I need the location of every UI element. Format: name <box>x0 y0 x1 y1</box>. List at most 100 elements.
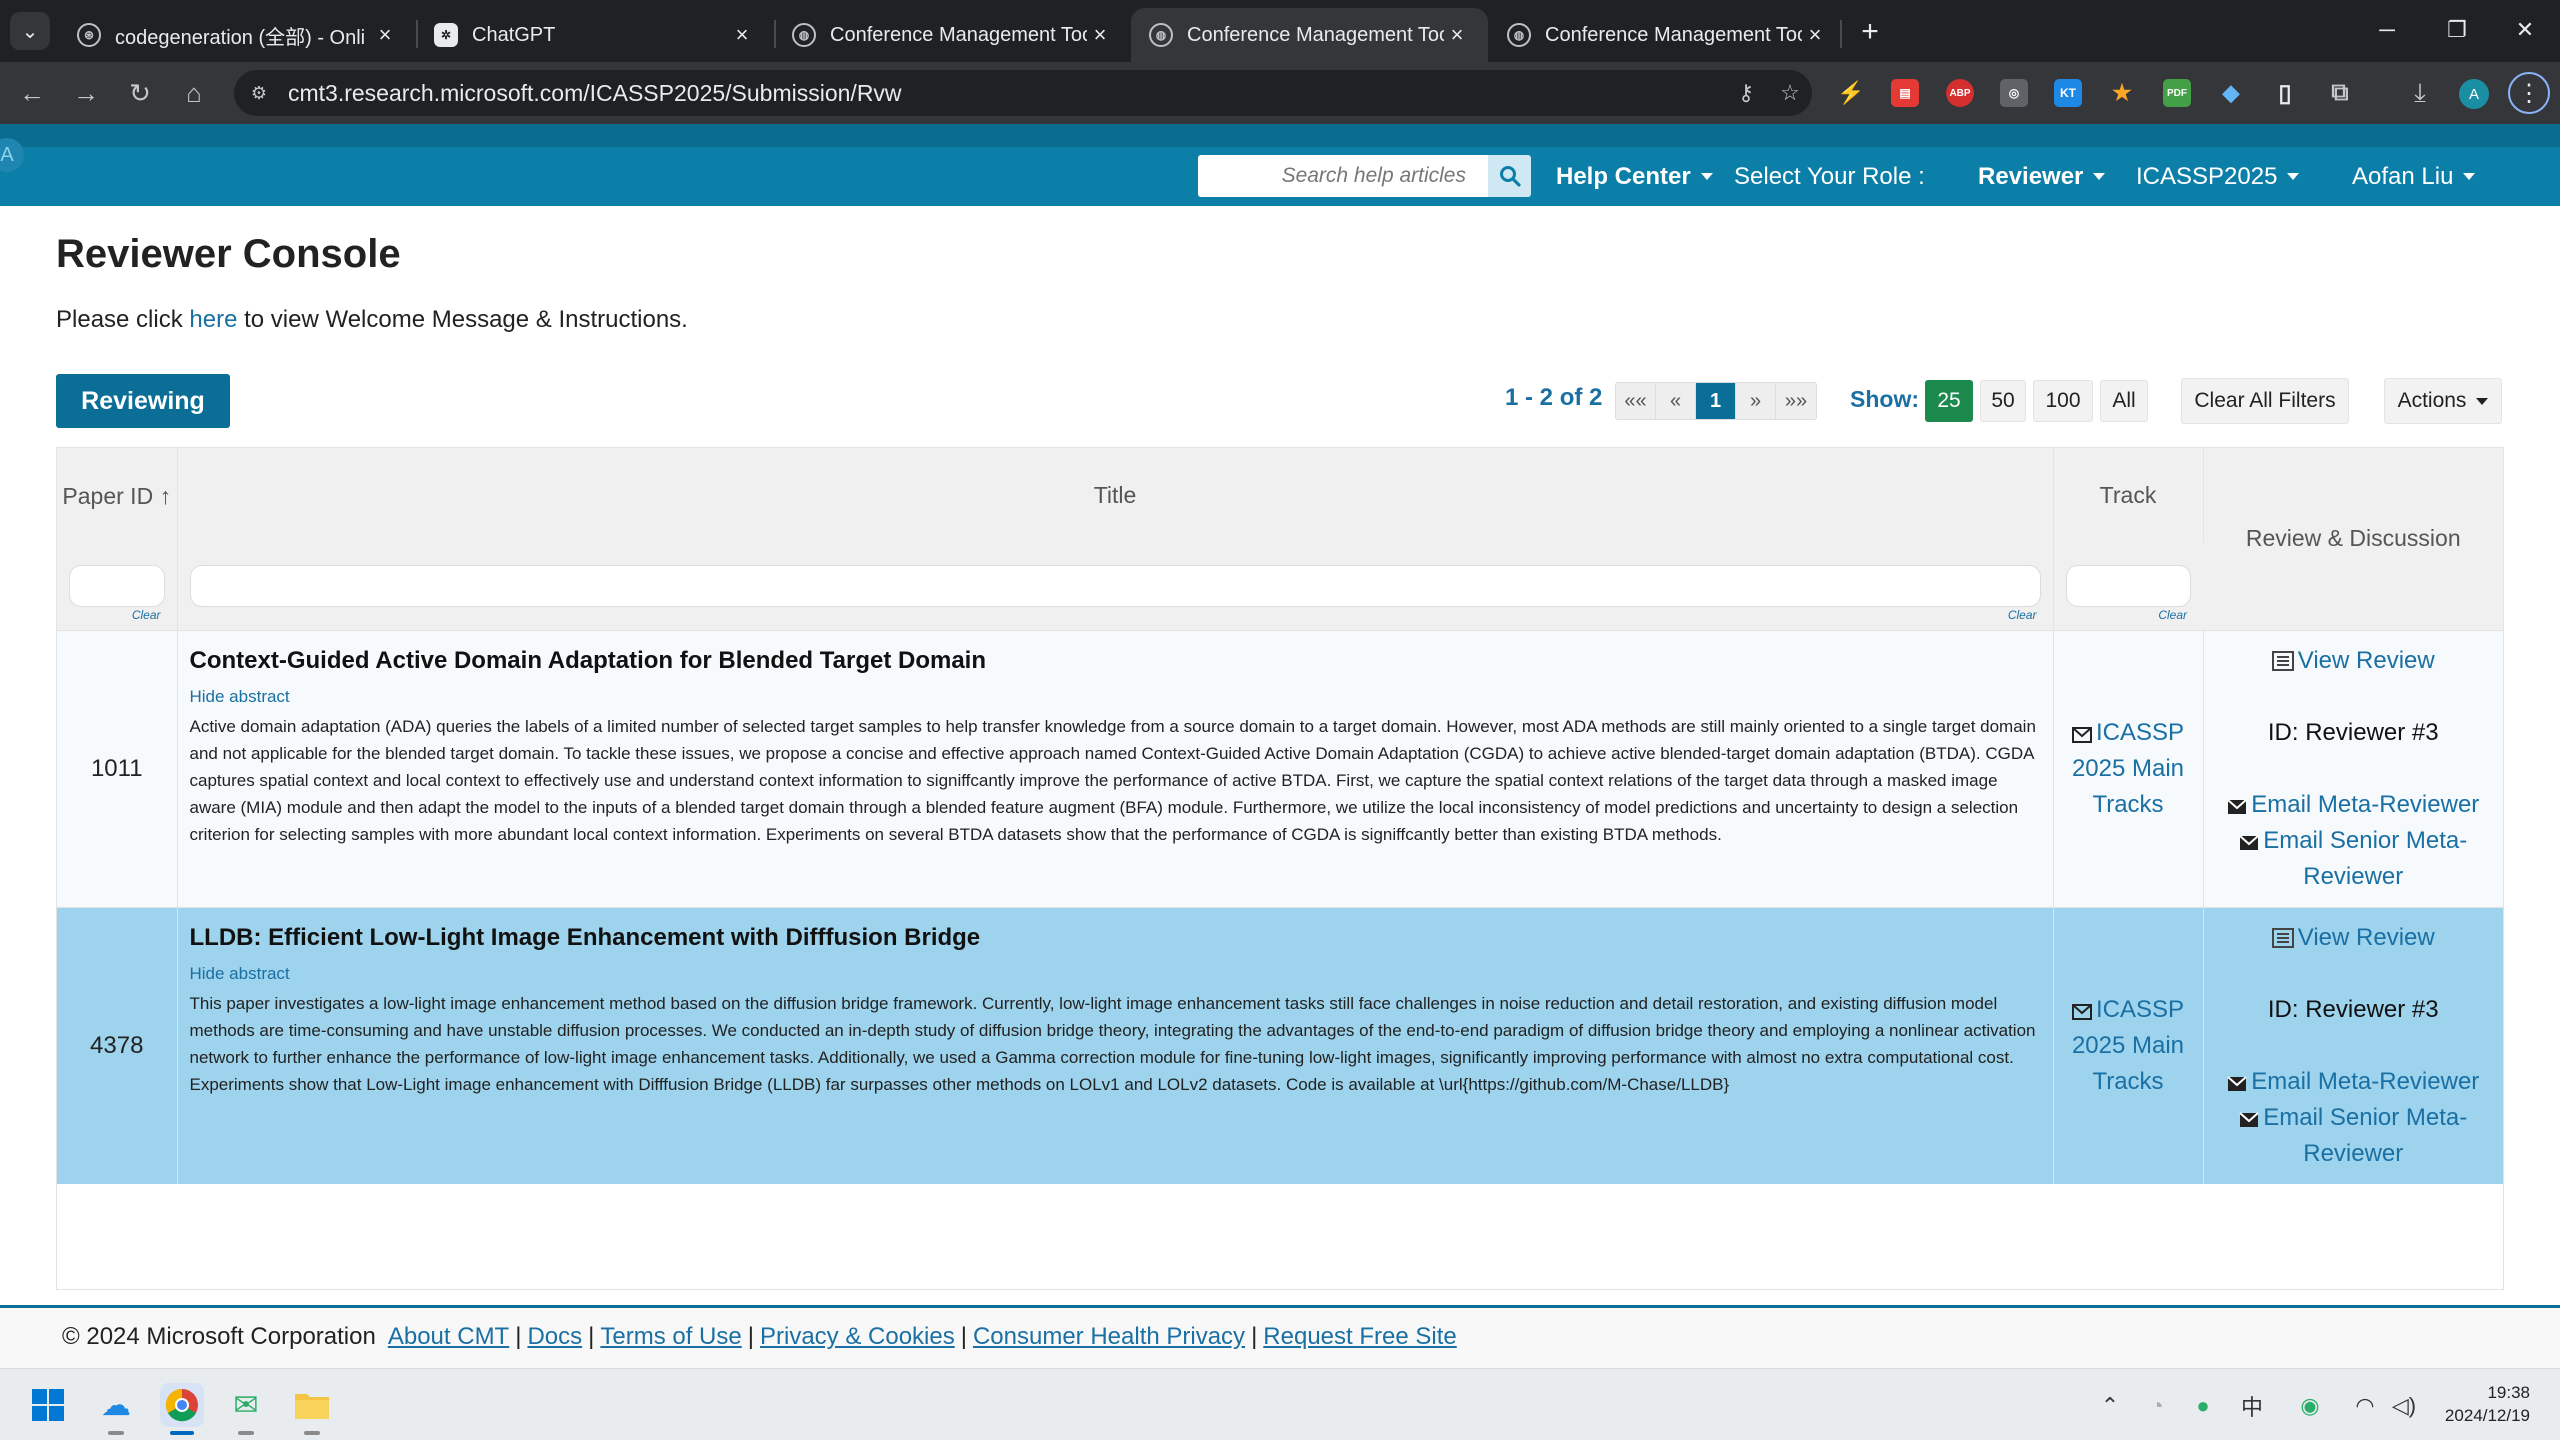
paper-title-cell: Context-Guided Active Domain Adaptation … <box>177 629 2054 907</box>
tray-green-app-icon[interactable]: ◉ <box>2294 1391 2326 1421</box>
glasses-extension-icon[interactable]: ◎ <box>2000 79 2028 107</box>
taskbar-clock[interactable]: 19:38 2024/12/19 <box>2410 1381 2530 1427</box>
role-dropdown[interactable]: Reviewer <box>1978 147 2106 206</box>
tab-close-icon[interactable]: × <box>729 22 755 48</box>
wechat-icon[interactable]: ✉ <box>224 1383 268 1427</box>
tab-close-icon[interactable]: × <box>372 22 398 48</box>
title-filter-clear-link[interactable]: Clear <box>2008 608 2037 622</box>
address-bar[interactable]: ⚙ cmt3.research.microsoft.com/ICASSP2025… <box>234 70 1812 116</box>
tab-close-icon[interactable]: × <box>1087 22 1113 48</box>
email-meta-reviewer-link[interactable]: Email Meta-Reviewer <box>2227 791 2479 818</box>
intro-before: Please click <box>56 306 190 333</box>
globe-icon: ◍ <box>1507 23 1531 47</box>
window-close-icon[interactable]: ✕ <box>2490 8 2560 52</box>
search-icon[interactable] <box>1488 155 1531 197</box>
ime-indicator[interactable]: 中 <box>2236 1391 2268 1421</box>
home-icon[interactable]: ⌂ <box>174 73 214 113</box>
title-filter-input[interactable] <box>189 565 2041 608</box>
pdf-extension-icon[interactable]: PDF <box>2163 79 2191 107</box>
adblock-plus-extension-icon[interactable]: ABP <box>1946 79 1974 107</box>
chrome-taskbar-icon[interactable] <box>160 1383 204 1427</box>
help-center-menu[interactable]: Help Center <box>1556 147 1713 206</box>
column-header-track[interactable]: Track <box>2053 448 2204 543</box>
pikachu-extension-icon[interactable]: ★ <box>2108 79 2136 107</box>
kimi-extension-icon[interactable]: KT <box>2054 79 2082 107</box>
user-menu[interactable]: Aofan Liu <box>2352 147 2476 206</box>
clear-all-filters-button[interactable]: Clear All Filters <box>2181 378 2349 424</box>
tab-close-icon[interactable]: × <box>1444 22 1470 48</box>
paper-id-filter-clear-link[interactable]: Clear <box>132 608 161 622</box>
browser-tab-cmt-1[interactable]: ◍ Conference Management Too × <box>774 8 1131 62</box>
next-page-button[interactable]: » <box>1736 383 1776 419</box>
file-explorer-folder-icon[interactable] <box>290 1383 334 1427</box>
first-page-button[interactable]: «« <box>1616 383 1656 419</box>
paper-id-filter-input[interactable] <box>69 565 165 608</box>
page-size-all-button[interactable]: All <box>2100 380 2148 422</box>
extensions-puzzle-icon[interactable]: ⧉ <box>2326 79 2354 107</box>
password-key-icon[interactable]: ⚷ <box>1724 73 1768 113</box>
profile-avatar[interactable]: A <box>2459 79 2489 109</box>
actions-dropdown-button[interactable]: Actions <box>2384 378 2502 424</box>
footer-link-consumer-health[interactable]: Consumer Health Privacy <box>973 1323 1245 1350</box>
browser-menu-icon[interactable]: ⋮ <box>2508 72 2550 114</box>
bookmark-star-icon[interactable]: ☆ <box>1768 73 1812 113</box>
address-url[interactable]: cmt3.research.microsoft.com/ICASSP2025/S… <box>288 80 1724 107</box>
back-arrow-icon[interactable]: ← <box>12 73 52 113</box>
tray-wechat-icon[interactable]: ● <box>2187 1391 2219 1421</box>
footer-link-about-cmt[interactable]: About CMT <box>388 1323 509 1350</box>
reviewing-button[interactable]: Reviewing <box>56 374 230 428</box>
browser-tab-cmt-active[interactable]: ◍ Conference Management Too × <box>1131 8 1488 62</box>
conference-dropdown[interactable]: ICASSP2025 <box>2136 147 2300 206</box>
track-filter-input[interactable] <box>2065 565 2191 608</box>
onedrive-cloud-icon[interactable]: ☁ <box>94 1383 138 1427</box>
actions-label: Actions <box>2397 389 2467 412</box>
window-restore-icon[interactable]: ❐ <box>2422 8 2492 52</box>
prev-page-button[interactable]: « <box>1656 383 1696 419</box>
hide-abstract-link[interactable]: Hide abstract <box>190 964 2041 984</box>
tab-close-icon[interactable]: × <box>1802 22 1828 48</box>
footer-link-terms[interactable]: Terms of Use <box>600 1323 741 1350</box>
email-senior-label: Email Senior Meta-Reviewer <box>2263 826 2468 890</box>
diamond-extension-icon[interactable]: ◆ <box>2217 79 2245 107</box>
bolt-extension-icon[interactable]: ⚡ <box>1837 79 1865 107</box>
welcome-here-link[interactable]: here <box>189 306 237 333</box>
email-meta-reviewer-link[interactable]: Email Meta-Reviewer <box>2227 1068 2479 1095</box>
forward-arrow-icon[interactable]: → <box>66 73 106 113</box>
browser-tab-codegeneration[interactable]: ⊛ codegeneration (全部) - Onli × <box>59 8 416 62</box>
email-senior-meta-reviewer-link[interactable]: Email Senior Meta-Reviewer <box>2239 827 2467 890</box>
browser-tab-chatgpt[interactable]: ✲ ChatGPT × <box>416 8 773 62</box>
tray-overflow-chevron-icon[interactable]: ⌃ <box>2094 1391 2126 1421</box>
tab-search-chevron-icon[interactable]: ⌄ <box>10 12 50 50</box>
hide-abstract-link[interactable]: Hide abstract <box>190 687 2041 707</box>
email-senior-meta-reviewer-link[interactable]: Email Senior Meta-Reviewer <box>2239 1104 2467 1167</box>
red-note-extension-icon[interactable]: ▤ <box>1891 79 1919 107</box>
footer-link-docs[interactable]: Docs <box>527 1323 582 1350</box>
footer-link-privacy[interactable]: Privacy & Cookies <box>760 1323 955 1350</box>
windows-start-icon[interactable] <box>26 1383 70 1427</box>
download-icon[interactable]: ⤓ <box>2400 73 2440 113</box>
page-size-100-button[interactable]: 100 <box>2033 380 2093 422</box>
footer-link-request-free-site[interactable]: Request Free Site <box>1263 1323 1456 1350</box>
window-minimize-icon[interactable]: ─ <box>2352 8 2422 52</box>
last-page-button[interactable]: »» <box>1776 383 1816 419</box>
page-size-25-button[interactable]: 25 <box>1925 380 1973 422</box>
current-page-button[interactable]: 1 <box>1696 383 1736 419</box>
view-review-link[interactable]: View Review <box>2271 647 2435 674</box>
doc-extension-icon[interactable]: ▯ <box>2271 79 2299 107</box>
track-email-link[interactable]: ICASSP 2025 Main Tracks <box>2072 996 2184 1095</box>
column-header-title[interactable]: Title <box>177 448 2054 543</box>
site-info-icon[interactable]: ⚙ <box>242 76 276 110</box>
page-size-50-button[interactable]: 50 <box>1980 380 2026 422</box>
tray-app-icon[interactable]: ◔ <box>2141 1391 2173 1421</box>
new-tab-plus-icon[interactable]: + <box>1850 12 1890 52</box>
track-filter-clear-link[interactable]: Clear <box>2158 608 2187 622</box>
envelope-icon <box>2071 1003 2092 1020</box>
help-center-label: Help Center <box>1556 162 1691 190</box>
track-email-link[interactable]: ICASSP 2025 Main Tracks <box>2072 719 2184 818</box>
reload-icon[interactable]: ↻ <box>120 73 160 113</box>
browser-tab-cmt-3[interactable]: ◍ Conference Management Too × <box>1489 8 1846 62</box>
help-search-input[interactable]: Search help articles <box>1198 155 1488 197</box>
column-header-paper-id[interactable]: Paper ID ↑ <box>57 448 178 543</box>
wifi-icon[interactable]: ◠ <box>2349 1391 2381 1421</box>
view-review-link[interactable]: View Review <box>2271 924 2435 951</box>
